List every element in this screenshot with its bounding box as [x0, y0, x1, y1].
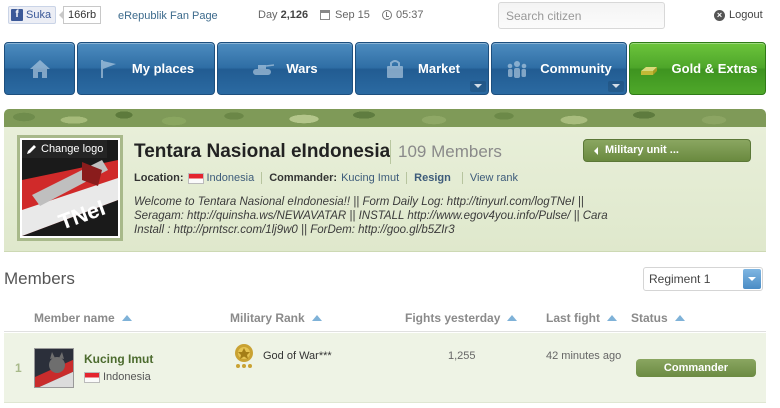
- indonesia-flag-icon: [84, 371, 100, 383]
- camouflage-banner: [4, 109, 766, 127]
- indonesia-flag-icon: [187, 172, 204, 184]
- status-badge: Commander: [636, 359, 756, 377]
- nav-home[interactable]: [4, 42, 75, 95]
- main-navigation: My places Wars Market Community Gold & E…: [4, 42, 766, 95]
- divider: [406, 172, 408, 184]
- flag-icon: [100, 59, 116, 78]
- facebook-icon: f: [11, 9, 23, 21]
- location-value[interactable]: Indonesia: [207, 172, 255, 184]
- column-label: Fights yesterday: [405, 311, 501, 325]
- unit-logo: TNeI Change logo: [17, 135, 123, 241]
- location-label: Location:: [134, 172, 184, 184]
- chevron-down-icon[interactable]: [608, 81, 624, 92]
- tank-icon: [253, 63, 275, 75]
- resign-link[interactable]: Resign: [414, 172, 451, 184]
- column-military-rank[interactable]: Military Rank: [230, 311, 322, 325]
- description-line: Seragam: http://quinsha.ws/NEWAVATAR || …: [134, 210, 608, 222]
- member-country: Indonesia: [84, 371, 151, 383]
- member-name[interactable]: Kucing Imut: [84, 352, 153, 366]
- military-unit-button[interactable]: Military unit ...: [583, 139, 751, 162]
- nav-wars-label: Wars: [286, 61, 318, 76]
- nav-wars[interactable]: Wars: [217, 42, 353, 95]
- nav-my-places[interactable]: My places: [77, 42, 215, 95]
- unit-title: Tentara Nasional eIndonesia: [134, 141, 391, 162]
- gold-icon: [640, 66, 657, 75]
- avatar[interactable]: [34, 348, 74, 388]
- column-member-name[interactable]: Member name: [34, 311, 132, 325]
- fan-page-link[interactable]: eRepublik Fan Page: [118, 10, 218, 22]
- change-logo-button[interactable]: Change logo: [22, 140, 108, 158]
- commander-link[interactable]: Kucing Imut: [341, 172, 399, 184]
- unit-description: Welcome to Tentara Nasional eIndonesia!!…: [134, 195, 654, 237]
- sort-up-icon[interactable]: [121, 315, 132, 321]
- row-index: 1: [15, 361, 22, 375]
- sort-up-icon[interactable]: [607, 315, 617, 321]
- regiment-select[interactable]: Regiment 1: [643, 267, 763, 291]
- nav-market[interactable]: Market: [355, 42, 489, 95]
- logout-label: Logout: [729, 9, 763, 21]
- sort-up-icon[interactable]: [507, 315, 518, 321]
- view-rank-link[interactable]: View rank: [470, 172, 518, 184]
- facebook-like-button[interactable]: f Suka: [8, 6, 57, 24]
- members-count: 109 Members: [398, 142, 502, 161]
- nav-community-label: Community: [540, 61, 612, 76]
- column-label: Last fight: [546, 311, 600, 325]
- description-line: Welcome to Tentara Nasional eIndonesia!!…: [134, 196, 584, 208]
- military-rank: God of War***: [263, 350, 332, 362]
- game-date: Sep 15: [320, 9, 370, 21]
- day-value: 2,126: [280, 9, 309, 21]
- member-country-name: Indonesia: [103, 371, 151, 383]
- rank-insignia-icon: [235, 344, 253, 368]
- top-bar: f Suka 166rb eRepublik Fan Page Day 2,12…: [0, 0, 780, 40]
- home-icon: [29, 59, 50, 78]
- regiment-selected-value: Regiment 1: [649, 272, 711, 286]
- nav-community[interactable]: Community: [491, 42, 627, 95]
- chevron-down-icon[interactable]: [470, 81, 486, 92]
- bag-icon: [387, 59, 404, 78]
- column-status[interactable]: Status: [631, 311, 685, 325]
- divider: [461, 172, 463, 184]
- column-label: Status: [631, 311, 668, 325]
- nav-market-label: Market: [418, 61, 460, 76]
- column-label: Member name: [34, 311, 115, 325]
- game-time: 05:37: [382, 9, 424, 21]
- sort-up-icon[interactable]: [311, 315, 322, 321]
- description-line: Install : http://prntscr.com/1lj9w0 || F…: [134, 224, 455, 236]
- chevron-down-icon[interactable]: [743, 269, 761, 289]
- sort-up-icon[interactable]: [674, 315, 685, 321]
- table-row: 1 Kucing Imut Indonesia God of War*** 1,…: [4, 333, 766, 403]
- unit-meta: Location: Indonesia Commander: Kucing Im…: [134, 172, 518, 184]
- change-logo-label: Change logo: [41, 143, 104, 155]
- column-last-fight[interactable]: Last fight: [546, 311, 617, 325]
- divider: [261, 172, 263, 184]
- game-day: Day 2,126: [258, 9, 308, 21]
- commander-label: Commander:: [269, 172, 338, 184]
- facebook-like-count: 166rb: [58, 6, 102, 24]
- facebook-like-label: Suka: [26, 9, 52, 21]
- column-fights-yesterday[interactable]: Fights yesterday: [405, 311, 518, 325]
- members-heading: Members: [4, 269, 75, 288]
- members-table-header: Member name Military Rank Fights yesterd…: [4, 304, 766, 332]
- column-label: Military Rank: [230, 311, 305, 325]
- logout-button[interactable]: × Logout: [714, 9, 763, 21]
- nav-my-places-label: My places: [131, 61, 195, 76]
- nav-gold-extras-label: Gold & Extras: [671, 61, 758, 76]
- date-value: Sep 15: [335, 9, 370, 21]
- fights-yesterday: 1,255: [448, 350, 476, 362]
- time-value: 05:37: [396, 9, 424, 21]
- title-divider: [390, 140, 391, 164]
- people-icon: [507, 60, 527, 78]
- close-icon: ×: [714, 9, 725, 21]
- day-label: Day: [258, 9, 278, 21]
- last-fight: 42 minutes ago: [546, 350, 622, 362]
- calendar-icon: [320, 10, 330, 20]
- nav-gold-extras[interactable]: Gold & Extras: [629, 42, 766, 95]
- pencil-icon: [27, 144, 36, 154]
- military-unit-header: TNeI Change logo Tentara Nasional eIndon…: [4, 127, 766, 252]
- search-citizen-input[interactable]: [498, 2, 665, 29]
- clock-icon: [382, 10, 392, 20]
